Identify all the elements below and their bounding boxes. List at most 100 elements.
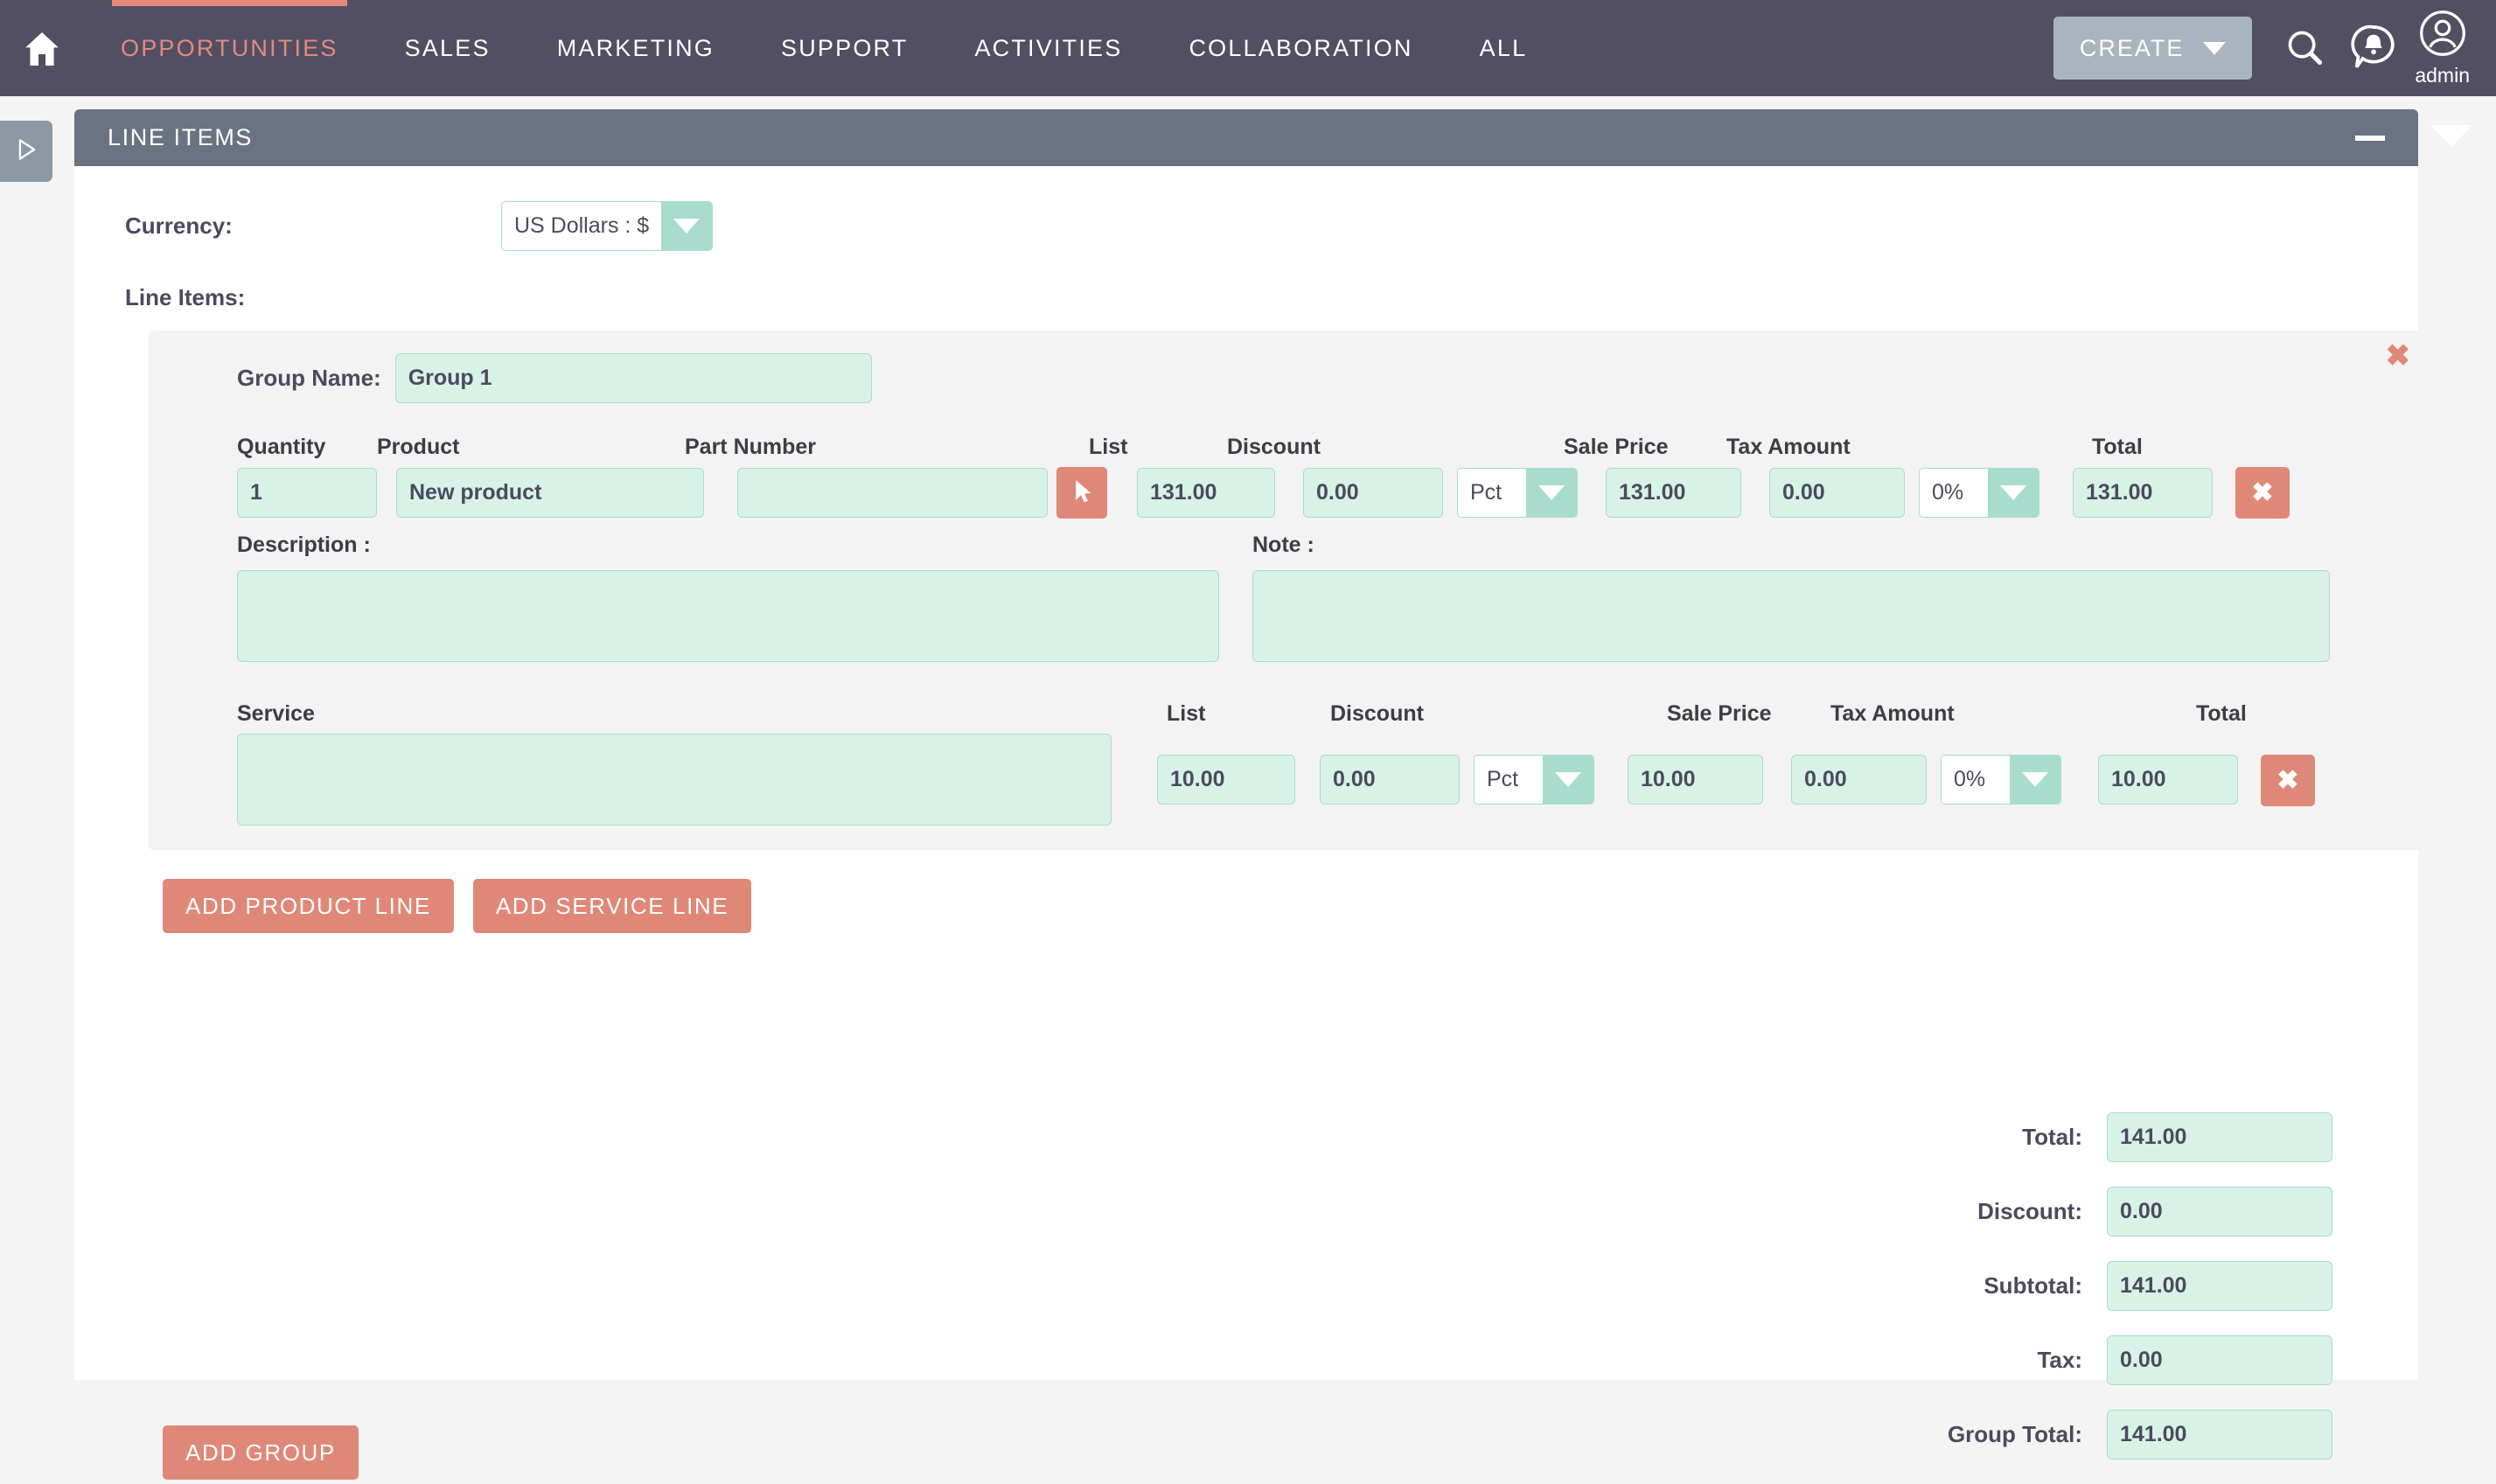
header-tax-amount: Tax Amount (1726, 435, 1851, 459)
header-service: Service (237, 701, 315, 726)
chevron-down-icon (1988, 469, 2039, 517)
service-line-row: Service List Discount Sale Price Tax Amo… (149, 701, 2430, 826)
total-value-input[interactable] (2107, 1112, 2332, 1162)
part-number-input[interactable] (737, 468, 1048, 518)
chevron-down-icon[interactable] (2430, 125, 2472, 147)
chevron-down-icon (2010, 756, 2060, 804)
total-row: Group Total: (1878, 1410, 2332, 1460)
tax-rate-select[interactable]: 0% (1919, 468, 2039, 518)
group-name-label: Group Name: (237, 365, 381, 391)
chevron-down-icon (1543, 756, 1593, 804)
chevron-down-icon (661, 202, 713, 250)
description-label: Description : (237, 533, 371, 557)
chevron-down-icon (1526, 469, 1577, 517)
subtotal-input[interactable] (2107, 1261, 2332, 1311)
create-button-label: CREATE (2079, 34, 2185, 61)
discount-type-select[interactable]: Pct (1457, 468, 1578, 518)
line-total-input[interactable] (2073, 468, 2213, 518)
line-items-section-label-row: Line Items: (74, 284, 2418, 311)
product-name-input[interactable] (396, 468, 704, 518)
delete-service-line-button[interactable]: ✖ (2261, 755, 2315, 806)
total-row: Subtotal: (1878, 1261, 2332, 1311)
product-line-row: Quantity Product Part Number List Discou… (149, 435, 2430, 662)
search-icon[interactable] (2278, 21, 2332, 75)
note-textarea[interactable] (1252, 570, 2330, 662)
product-line-fields: Pct 0% ✖ (237, 467, 2430, 519)
tax-total-label: Tax: (2037, 1347, 2082, 1373)
add-product-line-button[interactable]: ADD PRODUCT LINE (163, 879, 454, 933)
nav-item-all[interactable]: ALL (1447, 0, 1561, 96)
cursor-arrow-icon (1069, 477, 1095, 508)
service-line-headers: Service List Discount Sale Price Tax Amo… (237, 701, 2430, 727)
list-price-input[interactable] (1137, 468, 1275, 518)
discount-input[interactable] (1303, 468, 1443, 518)
nav-item-label: COLLABORATION (1189, 34, 1413, 61)
main-nav-items: OPPORTUNITIES SALES MARKETING SUPPORT AC… (87, 0, 1560, 96)
currency-label: Currency: (125, 212, 233, 239)
user-menu[interactable]: admin (2415, 9, 2470, 87)
nav-item-opportunities[interactable]: OPPORTUNITIES (87, 0, 372, 96)
discount-total-input[interactable] (2107, 1187, 2332, 1237)
add-service-line-button[interactable]: ADD SERVICE LINE (472, 879, 752, 933)
tax-total-input[interactable] (2107, 1335, 2332, 1385)
delete-group-icon[interactable]: ✖ (2386, 341, 2411, 371)
minimize-icon[interactable] (2355, 135, 2385, 141)
tax-rate-value: 0% (1920, 469, 1988, 517)
header-product: Product (377, 435, 460, 459)
service-discount-type-select[interactable]: Pct (1474, 755, 1594, 805)
sale-price-input[interactable] (1606, 468, 1741, 518)
line-items-label: Line Items: (125, 284, 246, 310)
service-line-fields: Pct 0% ✖ (237, 734, 2430, 826)
total-label: Total: (2022, 1124, 2082, 1150)
nav-item-activities[interactable]: ACTIVITIES (941, 0, 1155, 96)
header-service-discount: Discount (1330, 701, 1424, 726)
group-total-input[interactable] (2107, 1410, 2332, 1460)
delete-product-line-button[interactable]: ✖ (2235, 467, 2290, 519)
header-sale-price: Sale Price (1564, 435, 1669, 459)
header-list: List (1089, 435, 1128, 459)
description-textarea[interactable] (237, 570, 1219, 662)
product-line-headers: Quantity Product Part Number List Discou… (237, 435, 2430, 460)
header-part-number: Part Number (685, 435, 817, 459)
currency-select[interactable]: US Dollars : $ (501, 201, 714, 251)
group-container: ✖ Group Name: Quantity Product Part Numb… (149, 331, 2430, 850)
add-line-buttons: ADD PRODUCT LINE ADD SERVICE LINE (74, 879, 2418, 933)
description-note-labels: Description : Note : (237, 533, 2430, 558)
service-tax-rate-value: 0% (1942, 756, 2010, 804)
header-service-total: Total (2196, 701, 2247, 726)
total-row: Total: (1878, 1112, 2332, 1162)
service-list-price-input[interactable] (1157, 755, 1295, 805)
create-button[interactable]: CREATE (2053, 17, 2253, 80)
nav-item-support[interactable]: SUPPORT (748, 0, 941, 96)
nav-right-actions: CREATE admin (2053, 0, 2496, 96)
product-picker-button[interactable] (1056, 467, 1107, 519)
service-tax-rate-select[interactable]: 0% (1941, 755, 2061, 805)
header-service-list: List (1167, 701, 1206, 726)
discount-type-value: Pct (1458, 469, 1526, 517)
header-discount: Discount (1227, 435, 1321, 459)
service-sale-price-input[interactable] (1628, 755, 1763, 805)
nav-item-marketing[interactable]: MARKETING (524, 0, 748, 96)
nav-item-label: SALES (404, 34, 491, 61)
currency-select-value: US Dollars : $ (502, 202, 662, 250)
chat-bell-icon[interactable] (2346, 21, 2401, 75)
nav-item-label: SUPPORT (781, 34, 909, 61)
add-group-button[interactable]: ADD GROUP (163, 1425, 359, 1480)
nav-item-sales[interactable]: SALES (372, 0, 524, 96)
service-discount-type-value: Pct (1475, 756, 1543, 804)
tax-amount-input[interactable] (1769, 468, 1905, 518)
sidebar-expand-tab[interactable] (0, 121, 52, 182)
note-label: Note : (1252, 533, 1314, 557)
nav-item-collaboration[interactable]: COLLABORATION (1155, 0, 1446, 96)
group-total-label: Group Total: (1947, 1421, 2082, 1447)
service-description-textarea[interactable] (237, 734, 1112, 826)
service-total-input[interactable] (2098, 755, 2238, 805)
line-items-panel: LINE ITEMS Currency: US Dollars : $ Line… (74, 109, 2472, 1480)
service-discount-input[interactable] (1320, 755, 1460, 805)
group-name-input[interactable] (394, 353, 872, 403)
play-triangle-icon (11, 135, 41, 169)
home-icon[interactable] (19, 26, 65, 72)
service-tax-amount-input[interactable] (1791, 755, 1927, 805)
quantity-input[interactable] (237, 468, 377, 518)
nav-item-label: MARKETING (556, 34, 715, 61)
